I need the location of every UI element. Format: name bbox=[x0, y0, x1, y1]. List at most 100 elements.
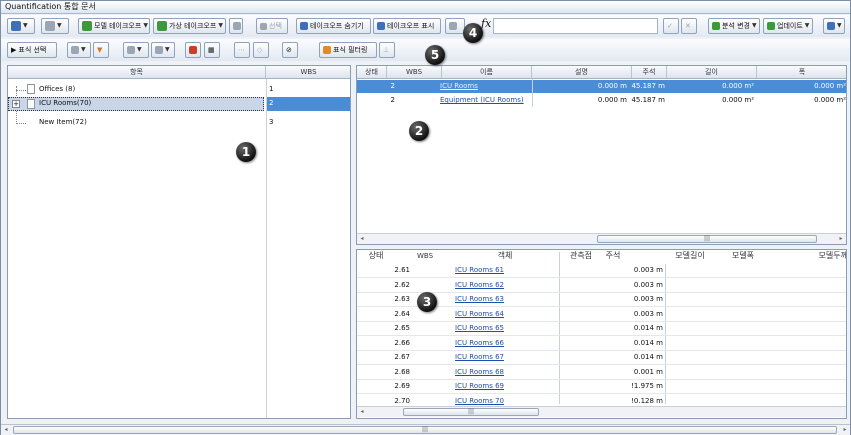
eye-dropdown-button[interactable]: ▼ bbox=[7, 18, 35, 34]
object-cell-link[interactable]: ICU Rooms 61 bbox=[455, 264, 555, 277]
column-divider bbox=[665, 264, 666, 404]
markup-filter-icon bbox=[323, 46, 331, 54]
area-tool-button[interactable]: ▼ bbox=[123, 42, 149, 58]
items-horizontal-scrollbar[interactable]: ◂ ||| ▸ bbox=[357, 233, 846, 244]
virtual-takeoff-icon bbox=[157, 21, 167, 31]
refresh-button[interactable] bbox=[229, 18, 243, 34]
items-cell-name[interactable]: Equipment (ICU Rooms) bbox=[440, 94, 532, 107]
tree-header-item[interactable]: 항목 bbox=[8, 66, 266, 79]
scroll-right-icon[interactable]: ▸ bbox=[840, 425, 850, 435]
object-cell-wbs: 2.66 bbox=[394, 338, 410, 347]
polyline-tool-button[interactable]: ▼ bbox=[67, 42, 91, 58]
objects-header-wbs[interactable]: WBS bbox=[395, 250, 455, 263]
cursor-icon: ▶ bbox=[11, 46, 17, 54]
markup-options-button[interactable] bbox=[445, 18, 465, 34]
model-takeoff-label: 모델 테이크오프 bbox=[94, 22, 142, 30]
objects-header-model-length[interactable]: 모델길이 bbox=[665, 250, 715, 263]
main-horizontal-scrollbar[interactable]: ◂ ||| ▸ bbox=[1, 425, 850, 435]
no-entry-button[interactable]: ⊘ bbox=[282, 42, 298, 58]
tree-item-wbs: 2 bbox=[269, 99, 274, 107]
callout-badge: 5 bbox=[425, 45, 445, 65]
fill-tool-button[interactable]: ▼ bbox=[93, 42, 109, 58]
model-takeoff-button[interactable]: 모델 테이크오프 ▼ bbox=[78, 18, 150, 34]
cancel-button[interactable]: ✕ bbox=[681, 18, 697, 34]
grid-icon: ▦ bbox=[208, 46, 215, 54]
layout-dropdown-button[interactable]: ▼ bbox=[41, 18, 69, 34]
chevron-down-icon: ▼ bbox=[57, 22, 62, 29]
object-cell-link[interactable]: ICU Rooms 69 bbox=[455, 380, 555, 393]
object-cell-link[interactable]: ICU Rooms 65 bbox=[455, 322, 555, 335]
objects-grid-panel: 상태 WBS 객체 관측점 주석 모델길이 모델폭 모델두께 2.61 ICU R… bbox=[356, 249, 847, 419]
markup-filter-button[interactable]: 표식 필터링 bbox=[319, 42, 377, 58]
split-icon: ⋯ bbox=[238, 46, 245, 54]
items-header-wbs[interactable]: WBS bbox=[387, 66, 442, 79]
change-analysis-icon bbox=[712, 22, 720, 30]
scroll-thumb[interactable]: ||| bbox=[597, 235, 817, 243]
tree-item-name[interactable]: ICU Rooms(70) bbox=[39, 97, 239, 110]
funnel-icon: ▼ bbox=[97, 46, 103, 54]
select-button[interactable]: 선택 bbox=[256, 18, 288, 34]
chevron-down-icon: ▼ bbox=[837, 22, 842, 29]
erase-tool-button[interactable]: ◇ bbox=[253, 42, 269, 58]
items-header-width[interactable]: 폭 bbox=[757, 66, 846, 79]
items-cell-width: 0.000 m² bbox=[814, 82, 846, 90]
formula-input[interactable] bbox=[493, 18, 658, 34]
bucket-fill-button[interactable] bbox=[185, 42, 201, 58]
callout-badge: 2 bbox=[409, 121, 429, 141]
window-title: Quantification 통합 문서 bbox=[1, 1, 850, 14]
scroll-right-icon[interactable]: ▸ bbox=[836, 234, 846, 244]
export-dropdown-button[interactable]: ▼ bbox=[823, 18, 845, 34]
close-icon: ✕ bbox=[685, 22, 691, 30]
tree-item-name[interactable]: Offices (8) bbox=[39, 83, 239, 96]
scroll-left-icon[interactable]: ◂ bbox=[1, 425, 11, 435]
scroll-left-icon[interactable]: ◂ bbox=[357, 234, 367, 244]
measure-tool-button[interactable]: ⊥ bbox=[379, 42, 395, 58]
object-cell-link[interactable]: ICU Rooms 64 bbox=[455, 308, 555, 321]
objects-header-model-thickness[interactable]: 모델두께 bbox=[787, 250, 846, 263]
objects-header-annotation[interactable]: 주석 bbox=[593, 250, 633, 263]
split-tool-button[interactable]: ⋯ bbox=[234, 42, 250, 58]
object-cell-wbs: 2.62 bbox=[394, 280, 410, 289]
items-header-description[interactable]: 설명 bbox=[532, 66, 632, 79]
object-cell-link[interactable]: ICU Rooms 66 bbox=[455, 337, 555, 350]
expand-icon[interactable]: + bbox=[12, 100, 20, 108]
items-cell-name[interactable]: ICU Rooms bbox=[440, 80, 530, 93]
accept-button[interactable]: ✓ bbox=[663, 18, 679, 34]
select-markup-button[interactable]: ▶ 표식 선택 bbox=[7, 42, 57, 58]
object-cell-link[interactable]: ICU Rooms 63 bbox=[455, 293, 555, 306]
column-divider bbox=[559, 252, 560, 404]
virtual-takeoff-button[interactable]: 가상 테이크오프 ▼ bbox=[153, 18, 226, 34]
items-header-name[interactable]: 이름 bbox=[442, 66, 532, 79]
scroll-left-icon[interactable]: ◂ bbox=[357, 407, 367, 417]
items-cell-width: 0.000 m² bbox=[814, 96, 846, 104]
object-cell-annotation: 0.003 m bbox=[633, 309, 663, 318]
tree-item-name[interactable]: New Item(72) bbox=[39, 116, 239, 129]
object-cell-link[interactable]: ICU Rooms 68 bbox=[455, 366, 555, 379]
object-cell-link[interactable]: ICU Rooms 62 bbox=[455, 279, 555, 292]
objects-header-status[interactable]: 상태 bbox=[357, 250, 395, 263]
objects-header-object[interactable]: 객체 bbox=[455, 250, 555, 263]
scroll-thumb[interactable]: ||| bbox=[403, 408, 539, 416]
objects-horizontal-scrollbar[interactable]: ◂ ||| bbox=[357, 406, 846, 417]
bottom-scrollbar[interactable]: ◂ ||| ▸ bbox=[1, 424, 850, 435]
items-header-length[interactable]: 길이 bbox=[667, 66, 757, 79]
callout-badge: 1 bbox=[236, 142, 256, 162]
object-cell-wbs: 2.64 bbox=[394, 309, 410, 318]
grid-tool-button[interactable]: ▦ bbox=[204, 42, 220, 58]
objects-header-model-width[interactable]: 모델폭 bbox=[723, 250, 763, 263]
update-button[interactable]: 업데이트 ▼ bbox=[763, 18, 813, 34]
object-cell-wbs: 2.61 bbox=[394, 266, 410, 274]
object-cell-link[interactable]: ICU Rooms 67 bbox=[455, 351, 555, 364]
tree-header-wbs[interactable]: WBS bbox=[266, 66, 350, 79]
items-cell-annotation: 45.187 m bbox=[631, 82, 665, 90]
polyline-icon bbox=[71, 46, 79, 54]
rectangle-tool-button[interactable]: ▼ bbox=[151, 42, 175, 58]
items-header-status[interactable]: 상태 bbox=[357, 66, 387, 79]
hide-takeoff-icon bbox=[300, 22, 308, 30]
items-header-annotation[interactable]: 주석 bbox=[632, 66, 667, 79]
change-analysis-button[interactable]: 분석 변경 ▼ bbox=[708, 18, 760, 34]
hide-takeoff-button[interactable]: 테이크오프 숨기기 bbox=[296, 18, 371, 34]
refresh-icon bbox=[233, 22, 241, 30]
show-takeoff-button[interactable]: 테이크오프 표시 bbox=[373, 18, 441, 34]
scroll-thumb[interactable]: ||| bbox=[13, 426, 837, 434]
